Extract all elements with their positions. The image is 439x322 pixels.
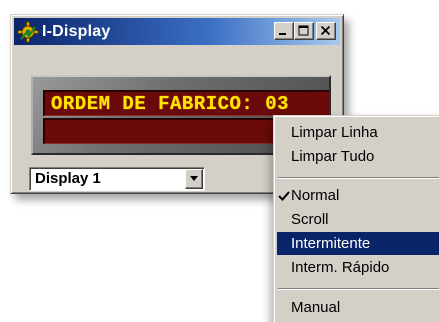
close-button[interactable] — [316, 22, 336, 40]
display-select[interactable]: Display 1 — [29, 167, 205, 191]
menu-item-label: Intermitente — [291, 235, 371, 252]
title-bar[interactable]: I-Display — [14, 18, 340, 45]
close-icon — [320, 25, 331, 36]
minimize-icon — [279, 33, 286, 35]
menu-item-scroll[interactable]: Scroll — [277, 208, 439, 231]
led-line-1: ORDEM DE FABRICO: 03 — [43, 90, 329, 116]
display-select-dropdown-button[interactable] — [185, 169, 203, 189]
window-title: I-Display — [42, 23, 111, 40]
checkmark-icon — [278, 191, 290, 201]
menu-item-normal[interactable]: Normal — [277, 184, 439, 207]
display-select-value: Display 1 — [35, 170, 101, 187]
menu-separator — [278, 177, 439, 179]
gear-app-icon — [17, 21, 39, 43]
maximize-button[interactable] — [294, 22, 314, 40]
minimize-button[interactable] — [274, 22, 294, 40]
menu-item-interm-rapido[interactable]: Interm. Rápido — [277, 256, 439, 279]
menu-item-label: Limpar Linha — [291, 124, 378, 141]
menu-item-label: Limpar Tudo — [291, 148, 375, 165]
context-menu: Limpar Linha Limpar Tudo Normal Scroll I… — [273, 115, 439, 322]
maximize-icon — [298, 25, 309, 36]
menu-item-intermitente[interactable]: Intermitente — [277, 232, 439, 255]
menu-item-limpar-tudo[interactable]: Limpar Tudo — [277, 145, 439, 168]
menu-item-label: Scroll — [291, 211, 329, 228]
led-line-1-text: ORDEM DE FABRICO: 03 — [51, 93, 290, 115]
menu-item-label: Interm. Rápido — [291, 259, 390, 276]
menu-item-label: Manual — [291, 299, 341, 316]
menu-item-manual[interactable]: Manual — [277, 296, 439, 319]
menu-item-label: Normal — [291, 187, 340, 204]
menu-separator — [278, 288, 439, 290]
menu-item-limpar-linha[interactable]: Limpar Linha — [277, 121, 439, 144]
screen: I-Display ORDEM DE FABRICO: 03 Display 1… — [0, 0, 439, 322]
chevron-down-icon — [190, 176, 198, 181]
